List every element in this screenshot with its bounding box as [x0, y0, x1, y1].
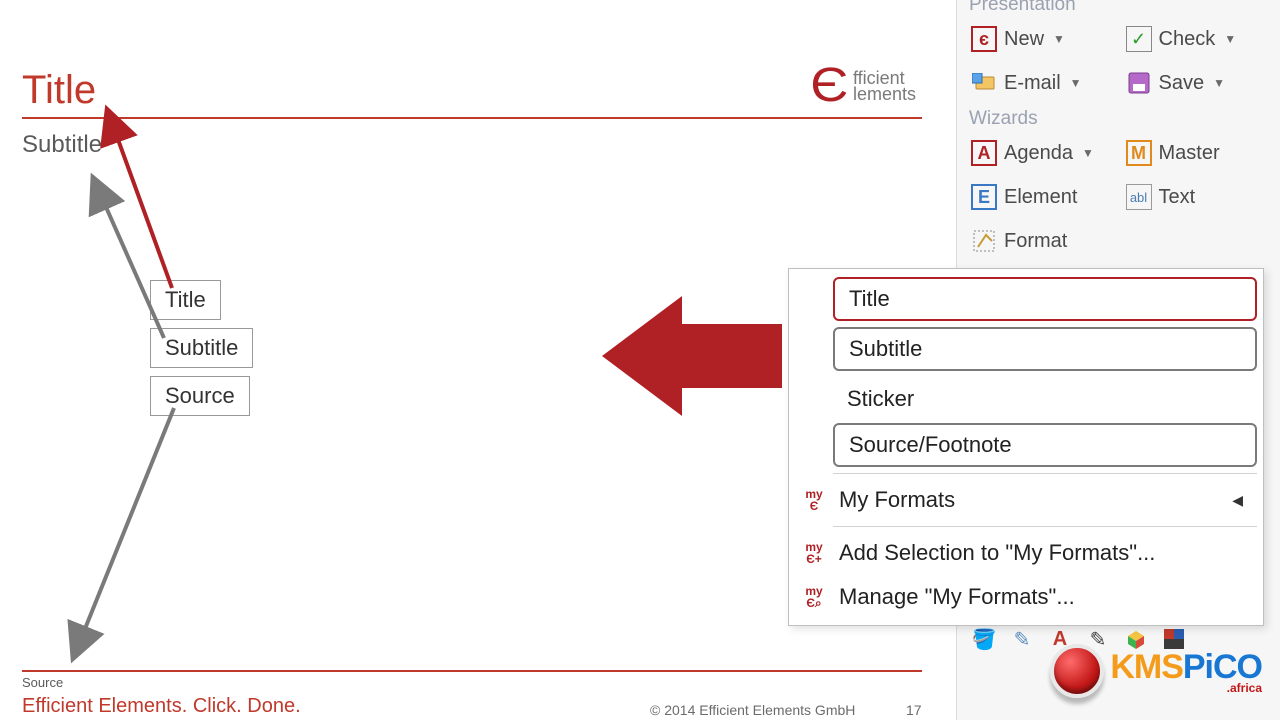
slide-tagline: Efficient Elements. Click. Done.	[22, 695, 301, 718]
slide-copyright: © 2014 Efficient Elements GmbH	[650, 702, 855, 718]
text-label: Text	[1159, 186, 1196, 209]
format-menu-source-label: Source/Footnote	[849, 432, 1012, 458]
section-presentation-label: Presentation	[969, 0, 1270, 16]
big-red-arrow-icon	[602, 296, 782, 416]
check-icon: ✓	[1126, 26, 1152, 52]
slide-source: Source	[22, 675, 63, 690]
format-menu-manage[interactable]: myЄ⌕ Manage "My Formats"...	[795, 575, 1257, 619]
epsilon-icon: є	[971, 26, 997, 52]
text-abl-icon: abl	[1126, 184, 1152, 210]
section-wizards-label: Wizards	[969, 108, 1270, 130]
format-menu-sticker[interactable]: Sticker	[795, 377, 1257, 421]
efficient-elements-logo: Є fficient lements	[812, 58, 916, 113]
chevron-down-icon: ▼	[1224, 32, 1236, 46]
chevron-down-icon: ▼	[1053, 32, 1065, 46]
save-button-label: Save	[1159, 72, 1205, 95]
bottom-rule	[22, 670, 922, 672]
save-icon	[1126, 70, 1152, 96]
red-button-icon	[1050, 644, 1104, 698]
slide-subtitle: Subtitle	[22, 131, 932, 159]
format-menu-myformats[interactable]: myЄ My Formats ◀	[795, 478, 1257, 522]
format-menu-add[interactable]: myЄ+ Add Selection to "My Formats"...	[795, 531, 1257, 575]
submenu-arrow-icon: ◀	[1232, 492, 1243, 509]
format-dropdown-menu: Title Subtitle Sticker Source/Footnote m…	[788, 268, 1264, 626]
letter-e-icon: E	[971, 184, 997, 210]
master-button[interactable]: M Master	[1122, 134, 1271, 172]
logo-e-icon: Є	[811, 58, 849, 113]
letter-a-icon: A	[971, 140, 997, 166]
check-button-label: Check	[1159, 28, 1216, 51]
title-rule	[22, 117, 922, 119]
element-button[interactable]: E Element	[967, 178, 1116, 216]
logo-line2: lements	[853, 85, 916, 103]
slide-title: Title	[22, 68, 932, 113]
my-e-icon: myЄ	[799, 488, 829, 512]
float-box-title[interactable]: Title	[150, 280, 221, 320]
check-button[interactable]: ✓ Check ▼	[1122, 20, 1271, 58]
format-menu-subtitle-label: Subtitle	[849, 336, 922, 362]
float-box-source[interactable]: Source	[150, 376, 250, 416]
new-button-label: New	[1004, 28, 1044, 51]
save-button[interactable]: Save ▼	[1122, 64, 1271, 102]
chevron-down-icon: ▼	[1082, 146, 1094, 160]
format-menu-sticker-label: Sticker	[847, 386, 914, 412]
my-e-plus-icon: myЄ+	[799, 541, 829, 565]
arrow-to-source	[74, 408, 174, 656]
menu-separator	[833, 473, 1257, 474]
agenda-label: Agenda	[1004, 142, 1073, 165]
master-label: Master	[1159, 142, 1220, 165]
format-icon	[971, 228, 997, 254]
format-menu-title-label: Title	[849, 286, 890, 312]
email-icon	[971, 70, 997, 96]
format-menu-title[interactable]: Title	[833, 277, 1257, 321]
manage-label: Manage "My Formats"...	[839, 584, 1075, 610]
email-button-label: E-mail	[1004, 72, 1061, 95]
format-menu-subtitle[interactable]: Subtitle	[833, 327, 1257, 371]
format-menu-source[interactable]: Source/Footnote	[833, 423, 1257, 467]
myformats-label: My Formats	[839, 487, 955, 513]
add-label: Add Selection to "My Formats"...	[839, 540, 1155, 566]
my-e-search-icon: myЄ⌕	[799, 585, 829, 609]
chevron-down-icon: ▼	[1070, 76, 1082, 90]
chevron-down-icon: ▼	[1213, 76, 1225, 90]
agenda-button[interactable]: A Agenda ▼	[967, 134, 1116, 172]
slide-pagenum: 17	[906, 702, 922, 718]
email-button[interactable]: E-mail ▼	[967, 64, 1116, 102]
kmspico-branding: KMSPiCO .africa	[1050, 644, 1262, 698]
letter-m-icon: M	[1126, 140, 1152, 166]
float-box-subtitle[interactable]: Subtitle	[150, 328, 253, 368]
menu-separator	[833, 526, 1257, 527]
format-label: Format	[1004, 230, 1067, 253]
pen-box-icon[interactable]: ✎	[1009, 626, 1035, 652]
text-button[interactable]: abl Text	[1122, 178, 1271, 216]
paint-bucket-icon[interactable]: 🪣	[971, 626, 997, 652]
format-button[interactable]: Format	[967, 222, 1071, 260]
new-button[interactable]: є New ▼	[967, 20, 1116, 58]
element-label: Element	[1004, 186, 1077, 209]
